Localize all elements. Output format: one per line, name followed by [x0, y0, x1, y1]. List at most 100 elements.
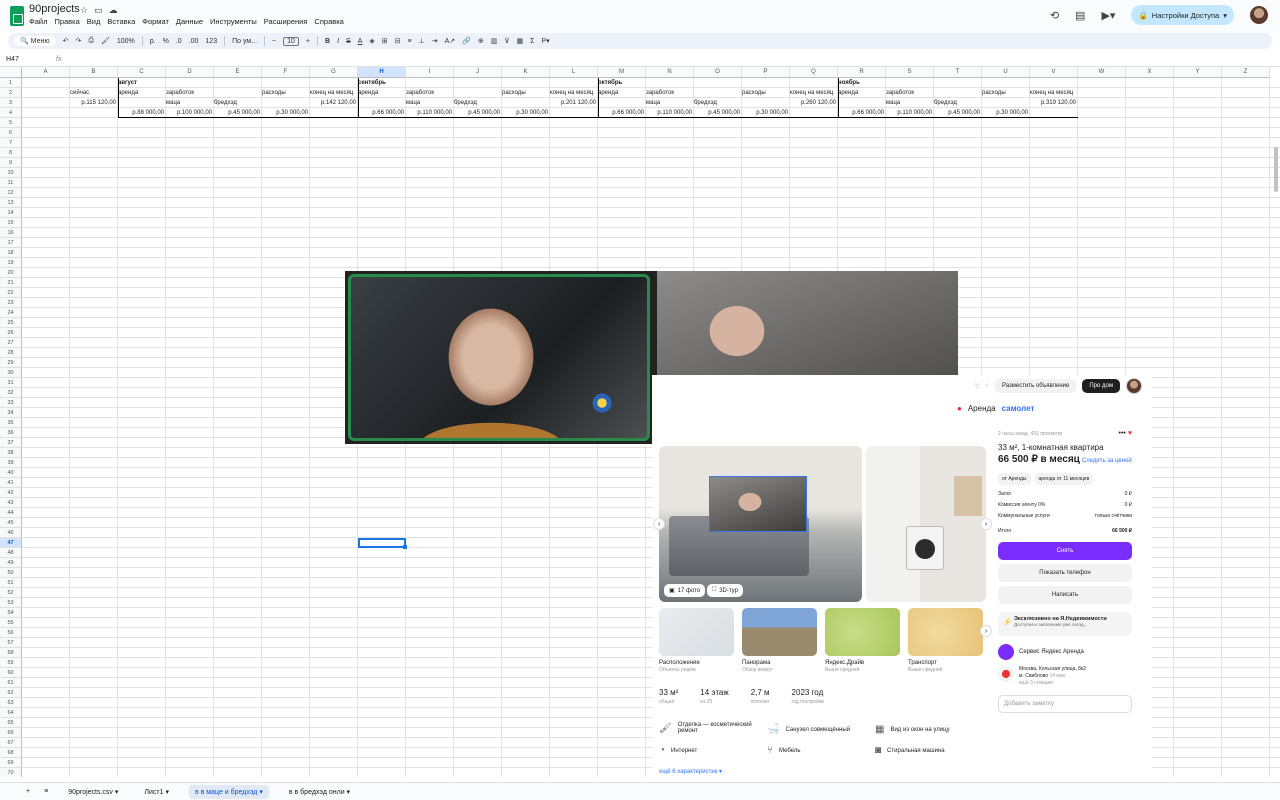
row-header[interactable]: 63: [0, 698, 22, 708]
follow-price-link[interactable]: Следить за ценой: [1082, 458, 1132, 464]
row-header[interactable]: 3: [0, 98, 22, 108]
row-header[interactable]: 69: [0, 758, 22, 768]
video-tile-self[interactable]: [348, 274, 650, 441]
column-header[interactable]: M: [598, 67, 646, 78]
column-header[interactable]: L: [550, 67, 598, 78]
column-header[interactable]: I: [406, 67, 454, 78]
column-header[interactable]: F: [262, 67, 310, 78]
menu-item[interactable]: Инструменты: [210, 17, 257, 26]
sheets-logo-icon[interactable]: [10, 6, 24, 26]
row-header[interactable]: 59: [0, 658, 22, 668]
cell-p4[interactable]: р.30 000,00: [742, 108, 790, 118]
row-header[interactable]: 5: [0, 118, 22, 128]
row-header[interactable]: 64: [0, 708, 22, 718]
cell-s2[interactable]: заработок: [886, 88, 934, 98]
cell-q2[interactable]: конец на месяц: [790, 88, 838, 98]
row-header[interactable]: 37: [0, 438, 22, 448]
thumb-drive[interactable]: [825, 608, 900, 656]
merge-icon[interactable]: ⊟: [395, 37, 401, 45]
row-header[interactable]: 51: [0, 578, 22, 588]
row-header[interactable]: 45: [0, 518, 22, 528]
column-header[interactable]: S: [886, 67, 934, 78]
comments-icon[interactable]: ▤: [1075, 9, 1085, 22]
column-header[interactable]: V: [1030, 67, 1078, 78]
menu-item[interactable]: Файл: [29, 17, 47, 26]
rent-button[interactable]: Снять: [998, 542, 1132, 560]
bold-icon[interactable]: B: [325, 38, 330, 45]
add-sheet-icon[interactable]: +: [26, 788, 30, 795]
row-header[interactable]: 38: [0, 448, 22, 458]
more-icon[interactable]: •••: [1119, 430, 1126, 437]
menu-item[interactable]: Правка: [54, 17, 79, 26]
row-header[interactable]: 8: [0, 148, 22, 158]
row-header[interactable]: 44: [0, 508, 22, 518]
account-avatar[interactable]: [1250, 6, 1268, 24]
folder-icon[interactable]: ▭: [94, 5, 103, 16]
cell-d3[interactable]: маца: [166, 98, 214, 108]
user-avatar[interactable]: [1125, 378, 1142, 394]
cell-e4[interactable]: р.45 000,00: [214, 108, 262, 118]
row-header[interactable]: 10: [0, 168, 22, 178]
chevron-down-icon[interactable]: ▾: [257, 789, 263, 796]
photo-prev-arrow[interactable]: ‹: [653, 518, 665, 530]
cell-g3[interactable]: р.142 120,00: [310, 98, 358, 108]
more-features-link[interactable]: ещё 6 характеристик ▾: [659, 768, 722, 775]
row-header[interactable]: 26: [0, 328, 22, 338]
meet-icon[interactable]: ▶▾: [1101, 9, 1115, 22]
row-header[interactable]: 56: [0, 628, 22, 638]
brand-arenda[interactable]: Аренда: [968, 404, 996, 413]
filter-views-icon[interactable]: ▦: [516, 37, 523, 45]
row-header[interactable]: 42: [0, 488, 22, 498]
heart-icon[interactable]: ♥: [1128, 430, 1132, 437]
column-header[interactable]: Z: [1222, 67, 1270, 78]
cell-n4[interactable]: р.110 000,00: [646, 108, 694, 118]
cell-n3[interactable]: маца: [646, 98, 694, 108]
cell-d4[interactable]: р.100 000,00: [166, 108, 214, 118]
exclusive-banner[interactable]: Эксклюзивно на Я.НедвижимостиДоступна к …: [998, 612, 1132, 636]
cell-c4[interactable]: р.88 000,00: [118, 108, 166, 118]
menu-item[interactable]: Вставка: [107, 17, 135, 26]
redo-icon[interactable]: ↷: [75, 37, 81, 45]
share-button[interactable]: 🔒 Настройки Доступа ▾: [1131, 5, 1234, 25]
currency-format[interactable]: р.: [150, 38, 156, 45]
row-header[interactable]: 57: [0, 638, 22, 648]
row-header[interactable]: 25: [0, 318, 22, 328]
cell-j3[interactable]: бредхэд: [454, 98, 502, 108]
vertical-scrollbar[interactable]: [1274, 147, 1278, 192]
thumbs-next-arrow[interactable]: ›: [980, 625, 992, 637]
cell-c2[interactable]: аренда: [118, 88, 166, 98]
align-icon[interactable]: ≡: [408, 38, 412, 45]
comment-icon[interactable]: ⊕: [478, 37, 484, 45]
menu-item[interactable]: Расширения: [264, 17, 308, 26]
chevron-down-icon[interactable]: ▾: [345, 789, 351, 796]
row-header[interactable]: 20: [0, 268, 22, 278]
cell-u2[interactable]: расходы: [982, 88, 1030, 98]
print-icon[interactable]: ⎙: [88, 37, 94, 45]
cell-k2[interactable]: расходы: [502, 88, 550, 98]
fill-color-icon[interactable]: ◈: [369, 37, 374, 45]
cell-b3[interactable]: р.115 120,00: [70, 98, 118, 108]
menu-item[interactable]: Формат: [142, 17, 169, 26]
chevron-down-icon[interactable]: ▾: [113, 789, 119, 796]
strikethrough-icon[interactable]: S: [346, 38, 351, 45]
cell-o3[interactable]: бредхэд: [694, 98, 742, 108]
selected-cell-h47[interactable]: [358, 538, 407, 549]
zoom-select[interactable]: 100%: [117, 38, 135, 45]
listing-side-photo[interactable]: [866, 446, 986, 602]
column-header[interactable]: C: [118, 67, 166, 78]
row-header[interactable]: 58: [0, 648, 22, 658]
row-header[interactable]: 17: [0, 238, 22, 248]
row-header[interactable]: 67: [0, 738, 22, 748]
row-header[interactable]: 32: [0, 388, 22, 398]
row-header[interactable]: 6: [0, 128, 22, 138]
cell-m2[interactable]: аренда: [598, 88, 646, 98]
cell-k4[interactable]: р.30 000,00: [502, 108, 550, 118]
cell-i4[interactable]: р.110 000,00: [406, 108, 454, 118]
row-header[interactable]: 36: [0, 428, 22, 438]
cell-f2[interactable]: расходы: [262, 88, 310, 98]
font-size-plus[interactable]: +: [306, 38, 310, 45]
sheet-tab[interactable]: Лист1 ▾: [138, 785, 175, 799]
row-header[interactable]: 27: [0, 338, 22, 348]
cell-h2[interactable]: аренда: [358, 88, 406, 98]
chip-owner[interactable]: от Аренды: [998, 473, 1031, 485]
